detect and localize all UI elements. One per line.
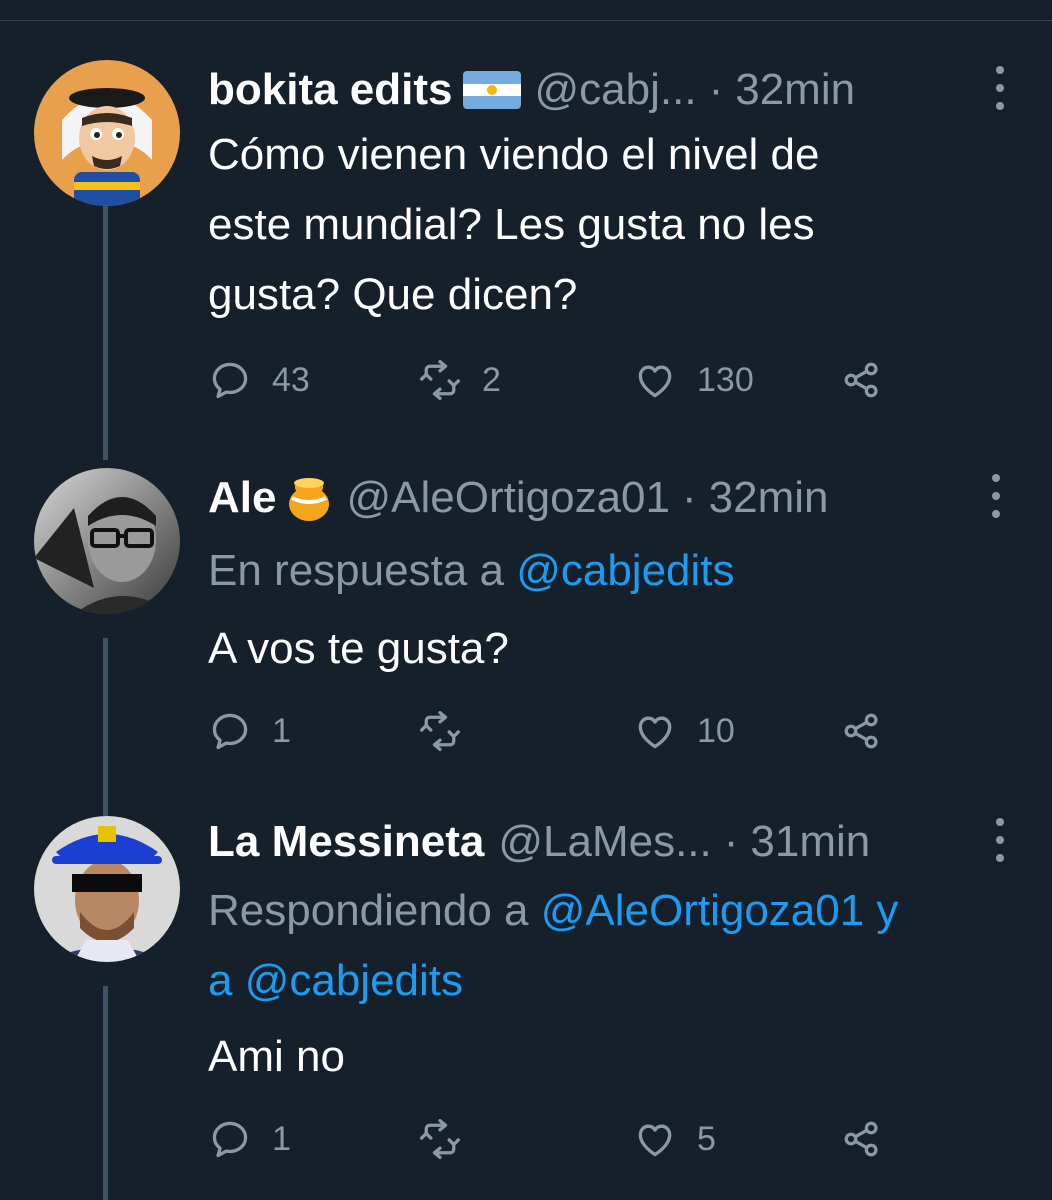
author-handle[interactable]: @AleOrtigoza01 bbox=[346, 473, 670, 523]
share-icon bbox=[844, 713, 878, 749]
tweet-text: Ami no bbox=[208, 1022, 1008, 1092]
author-name[interactable]: Ale bbox=[208, 473, 276, 523]
author-handle[interactable]: @LaMes... bbox=[498, 817, 711, 867]
author-name[interactable]: La Messineta bbox=[208, 817, 484, 867]
tweet-3[interactable]: La Messineta @LaMes... · 31min Respondie… bbox=[0, 816, 1052, 1200]
retweet-count: 2 bbox=[482, 361, 501, 399]
like-button[interactable]: 10 bbox=[633, 706, 735, 756]
thread-line bbox=[103, 638, 108, 816]
mention-link[interactable]: @cabjedits bbox=[516, 546, 734, 595]
tweet-text: Cómo vienen viendo el nivel de este mund… bbox=[208, 120, 1008, 330]
separator: · bbox=[723, 817, 739, 866]
avatar-bokita-image bbox=[34, 60, 180, 206]
reply-count: 1 bbox=[272, 1120, 291, 1158]
mention-link[interactable]: @AleOrtigoza01 y bbox=[541, 886, 899, 935]
tweet-text-line: Cómo vienen viendo el nivel de bbox=[208, 130, 820, 179]
mention-link[interactable]: @cabjedits bbox=[245, 956, 463, 1005]
retweet-icon bbox=[420, 360, 460, 400]
tweet-header: bokita edits @cabj... · 32min bbox=[208, 60, 1012, 120]
share-icon bbox=[844, 362, 878, 398]
share-button[interactable] bbox=[840, 1114, 904, 1164]
share-button[interactable] bbox=[840, 706, 904, 756]
share-icon bbox=[844, 1121, 878, 1157]
timestamp[interactable]: 32min bbox=[709, 473, 829, 523]
tweet-header: Ale @AleOrtigoza01 · 32min bbox=[208, 468, 1012, 528]
separator: · bbox=[681, 473, 697, 522]
avatar-ale[interactable] bbox=[34, 468, 180, 614]
more-icon[interactable] bbox=[984, 474, 1008, 518]
tweet-1[interactable]: bokita edits @cabj... · 32min Cómo viene… bbox=[0, 60, 1052, 460]
like-count: 5 bbox=[697, 1120, 716, 1158]
reply-count: 1 bbox=[272, 712, 291, 750]
reply-prefix: En respuesta a bbox=[208, 546, 517, 595]
like-button[interactable]: 5 bbox=[633, 1114, 716, 1164]
tweet-text: A vos te gusta? bbox=[208, 614, 1008, 684]
reply-icon bbox=[212, 713, 248, 750]
reply-prefix: Respondiendo a bbox=[208, 886, 541, 935]
author-handle[interactable]: @cabj... bbox=[535, 65, 697, 115]
tweet-text-line: Ami no bbox=[208, 1032, 345, 1081]
more-icon[interactable] bbox=[988, 818, 1012, 862]
like-icon bbox=[638, 365, 672, 398]
retweet-button[interactable] bbox=[418, 706, 482, 756]
timestamp[interactable]: 31min bbox=[750, 817, 870, 867]
like-button[interactable]: 130 bbox=[633, 355, 754, 405]
like-icon bbox=[638, 716, 672, 749]
tweet-text-line: A vos te gusta? bbox=[208, 624, 509, 673]
reply-button[interactable]: 1 bbox=[208, 1114, 291, 1164]
reply-icon bbox=[212, 1121, 248, 1158]
timestamp[interactable]: 32min bbox=[735, 65, 855, 115]
reply-button[interactable]: 43 bbox=[208, 355, 310, 405]
action-bar: 43 2 130 bbox=[208, 355, 908, 405]
tweet-header: La Messineta @LaMes... · 31min bbox=[208, 812, 1012, 872]
thread-line bbox=[103, 986, 108, 1200]
reply-context: Respondiendo a @AleOrtigoza01 y a @cabje… bbox=[208, 876, 1038, 1016]
like-icon bbox=[638, 1124, 672, 1157]
author-name[interactable]: bokita edits bbox=[208, 65, 453, 115]
thread-line bbox=[103, 206, 108, 460]
avatar-messineta-image bbox=[34, 816, 180, 962]
action-bar: 1 10 bbox=[208, 706, 908, 756]
reply-context: En respuesta a @cabjedits bbox=[208, 536, 1038, 606]
reply-icon bbox=[212, 362, 248, 399]
more-icon[interactable] bbox=[988, 66, 1012, 110]
separator: · bbox=[708, 65, 724, 114]
tweet-2[interactable]: Ale @AleOrtigoza01 · 32min En respuesta … bbox=[0, 468, 1052, 816]
like-count: 130 bbox=[697, 361, 754, 399]
action-bar: 1 5 bbox=[208, 1114, 908, 1164]
reply-count: 43 bbox=[272, 361, 310, 399]
avatar-ale-image bbox=[34, 468, 180, 614]
avatar-messineta[interactable] bbox=[34, 816, 180, 962]
avatar-bokita[interactable] bbox=[34, 60, 180, 206]
retweet-icon bbox=[420, 1119, 460, 1159]
reply-button[interactable]: 1 bbox=[208, 706, 291, 756]
tweet-text-line: este mundial? Les gusta no les bbox=[208, 200, 815, 249]
reply-context-line: Respondiendo a @AleOrtigoza01 y bbox=[208, 876, 1038, 946]
retweet-button[interactable] bbox=[418, 1114, 482, 1164]
retweet-icon bbox=[420, 711, 460, 751]
like-count: 10 bbox=[697, 712, 735, 750]
reply-line2-prefix: a bbox=[208, 956, 245, 1005]
retweet-button[interactable]: 2 bbox=[418, 355, 501, 405]
top-divider bbox=[0, 0, 1052, 21]
tweet-text-line: gusta? Que dicen? bbox=[208, 270, 578, 319]
argentina-flag-icon bbox=[462, 71, 521, 109]
reply-context-line: a @cabjedits bbox=[208, 946, 1038, 1016]
honey-pot-icon bbox=[286, 474, 332, 522]
share-button[interactable] bbox=[840, 355, 904, 405]
